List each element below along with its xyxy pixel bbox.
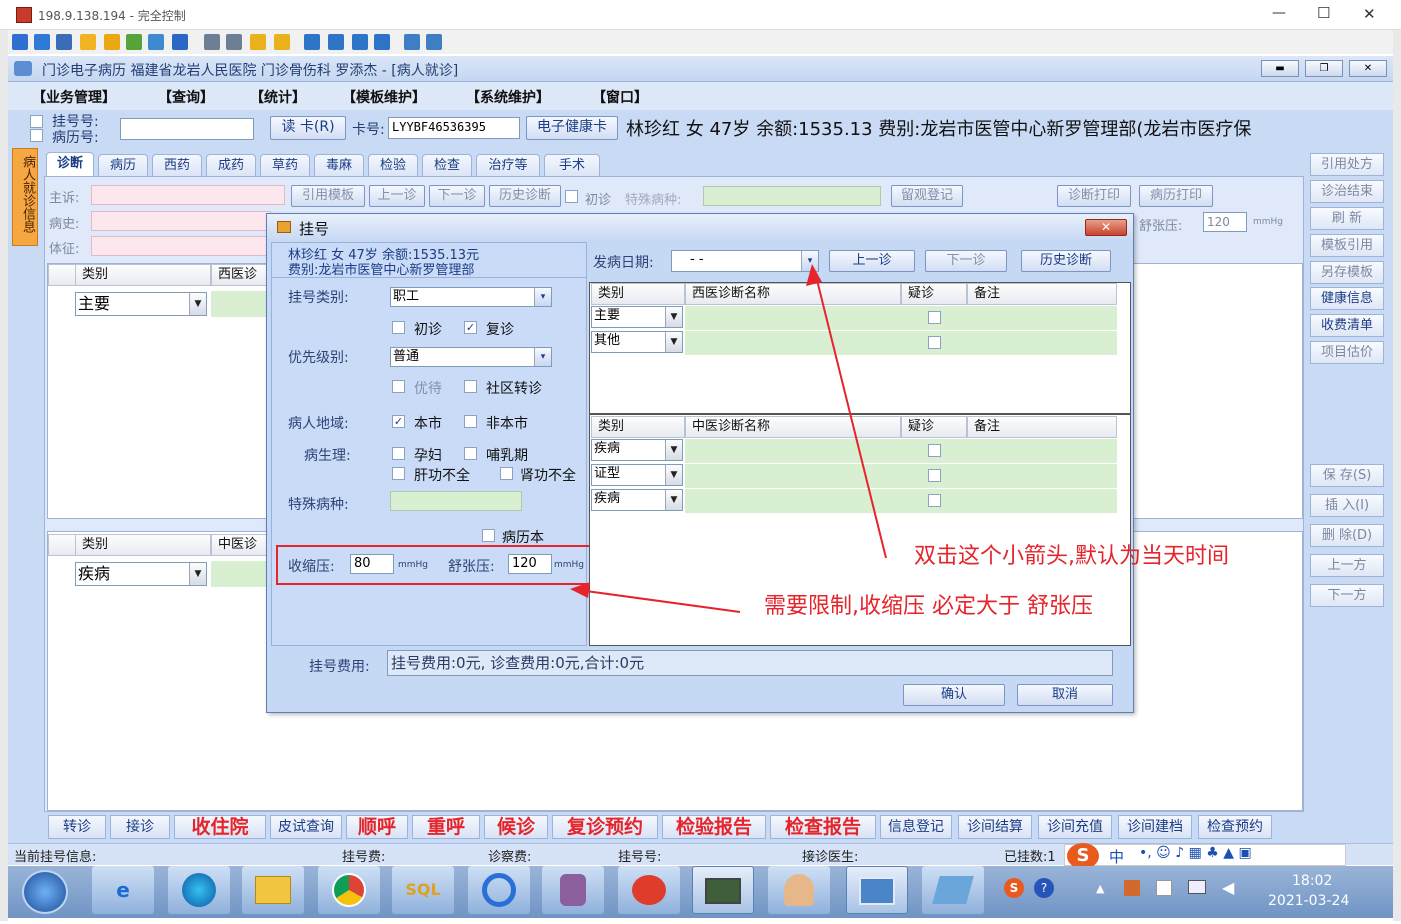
status-doctor: 接诊医生: [802, 850, 859, 865]
edge-icon[interactable] [168, 866, 230, 914]
doctor-app-icon[interactable] [768, 866, 830, 914]
ime-icons[interactable]: •, ☺ ♪ ▦ ♣ ▲ ▣ [1139, 845, 1252, 861]
right-edge [1393, 30, 1401, 921]
flag-tray-icon[interactable] [1156, 880, 1172, 896]
status-fee: 挂号费: [342, 850, 386, 865]
network-tray-icon[interactable] [1188, 880, 1206, 894]
start-button[interactable] [22, 870, 68, 914]
app-icon-red[interactable] [618, 866, 680, 914]
ime-mode[interactable]: 中 [1109, 846, 1124, 867]
arrow-to-bp-line [585, 590, 741, 613]
tray-chevron-icon[interactable]: ▲ [1096, 882, 1104, 895]
status-exam: 诊察费: [488, 850, 532, 865]
annotation-date-note: 双击这个小箭头,默认为当天时间 [914, 544, 1229, 569]
remote-icon[interactable] [692, 866, 754, 914]
recall-button[interactable]: 重呼 [412, 815, 480, 839]
receive-button[interactable]: 接诊 [110, 815, 170, 839]
status-current: 当前挂号信息: [14, 850, 97, 865]
waiting-button[interactable]: 候诊 [484, 815, 548, 839]
emr-app-icon[interactable] [846, 866, 908, 914]
explorer-icon[interactable] [242, 866, 304, 914]
chrome-icon[interactable] [318, 866, 380, 914]
database-icon[interactable] [542, 866, 604, 914]
status-count: 已挂数:1 [1004, 850, 1056, 865]
sogou-tray-icon[interactable]: S [1004, 878, 1024, 898]
status-bar: 当前挂号信息: 挂号费: 诊察费: 挂号号: 接诊医生: 已挂数:1 S 中 •… [8, 843, 1393, 869]
revisit-appointment-button[interactable]: 复诊预约 [552, 815, 658, 839]
clock-time[interactable]: 18:02 [1292, 873, 1332, 889]
status-regno: 挂号号: [618, 850, 662, 865]
help-tray-icon[interactable]: ? [1034, 878, 1054, 898]
sql-icon[interactable]: SQL [392, 866, 454, 914]
transfer-button[interactable]: 转诊 [48, 815, 106, 839]
volume-icon[interactable]: ◀ [1222, 878, 1234, 897]
ie-icon[interactable]: e [92, 866, 154, 914]
exam-report-button[interactable]: 检查报告 [770, 815, 876, 839]
recharge-button[interactable]: 诊间充值 [1038, 815, 1112, 839]
arrow-to-date-head [806, 264, 822, 286]
skin-test-button[interactable]: 皮试查询 [270, 815, 342, 839]
network-icon[interactable] [468, 866, 530, 914]
clock-date[interactable]: 2021-03-24 [1268, 893, 1349, 909]
settle-button[interactable]: 诊间结算 [958, 815, 1032, 839]
arrow-to-bp-head [570, 582, 590, 598]
exam-appointment-button[interactable]: 检查预约 [1198, 815, 1272, 839]
call-button[interactable]: 顺呼 [346, 815, 408, 839]
left-edge [0, 30, 8, 921]
annotation-arrows [570, 264, 887, 613]
tray-app-icon[interactable] [1124, 880, 1140, 896]
info-register-button[interactable]: 信息登记 [880, 815, 952, 839]
system-tray: S ? ▲ ◀ [1000, 870, 1250, 914]
ime-toolbar[interactable]: S 中 •, ☺ ♪ ▦ ♣ ▲ ▣ [1064, 843, 1346, 869]
admit-button[interactable]: 收住院 [174, 815, 266, 839]
lab-report-button[interactable]: 检验报告 [662, 815, 766, 839]
tool-app-icon[interactable] [922, 866, 984, 914]
create-file-button[interactable]: 诊间建档 [1118, 815, 1192, 839]
annotation-bp-note: 需要限制,收缩压 必定大于 舒张压 [764, 594, 1093, 619]
arrow-to-date-line [815, 275, 887, 559]
